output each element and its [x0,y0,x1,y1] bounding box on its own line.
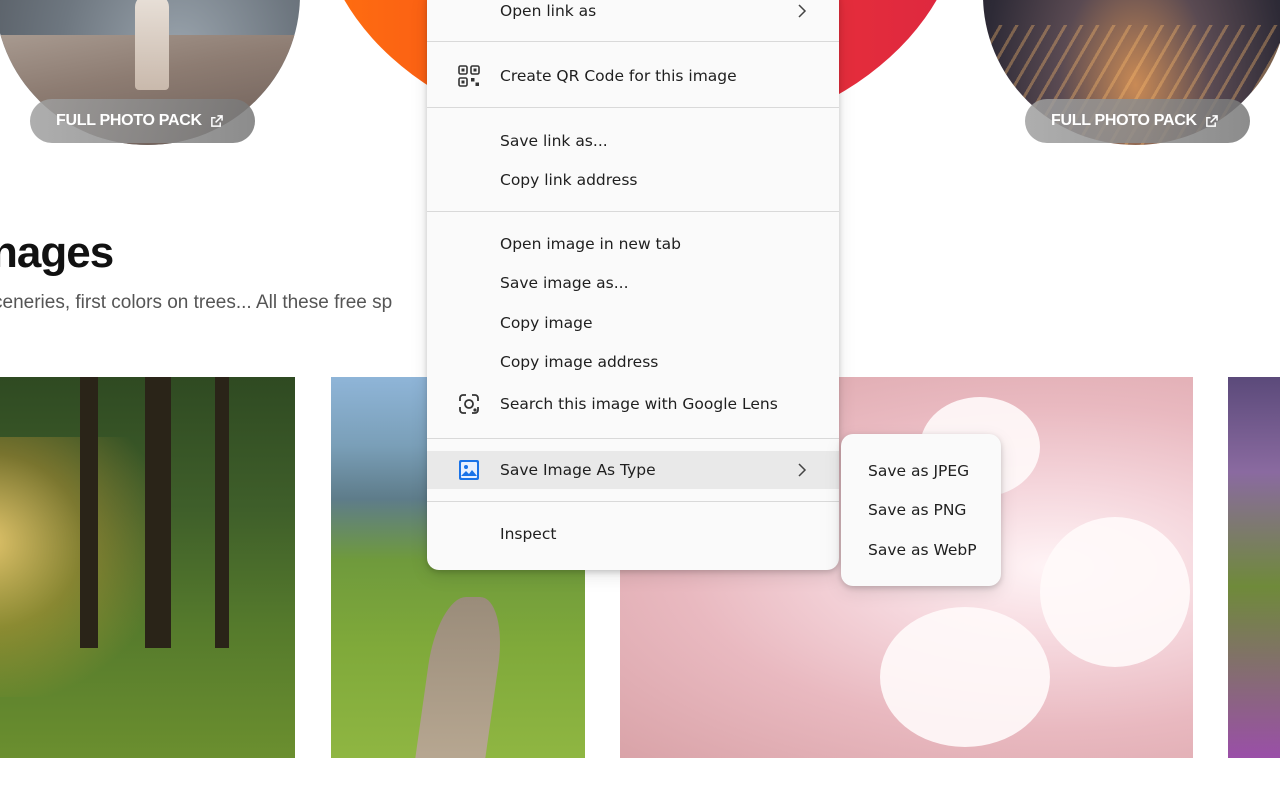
full-photo-pack-label: FULL PHOTO PACK [1051,112,1197,129]
menu-item-label: Search this image with Google Lens [500,395,778,413]
menu-item-label: Copy link address [500,171,638,189]
menu-item-open-link-as[interactable]: Open link as [427,0,839,30]
menu-separator [427,438,839,439]
blossom-shape [1040,517,1190,667]
menu-item-label: Save Image As Type [500,461,656,479]
external-link-icon [210,114,223,127]
menu-item-label: Copy image address [500,353,659,371]
save-image-type-submenu: Save as JPEG Save as PNG Save as WebP [841,434,1001,586]
menu-item-save-image-as[interactable]: Save image as... [427,264,839,302]
submenu-item-label: Save as WebP [868,541,977,559]
menu-item-copy-link-address[interactable]: Copy link address [427,161,839,199]
blossom-shape [880,607,1050,747]
menu-separator [427,107,839,108]
external-link-icon [1205,114,1218,127]
menu-separator [427,41,839,42]
submenu-item-save-as-png[interactable]: Save as PNG [841,492,1001,528]
full-photo-pack-button[interactable]: FULL PHOTO PACK [1025,99,1250,143]
tree-trunk-shape [80,377,98,648]
chevron-right-icon [798,463,807,477]
menu-item-open-image-new-tab[interactable]: Open image in new tab [427,225,839,263]
submenu-item-label: Save as PNG [868,501,967,519]
menu-item-save-link-as[interactable]: Save link as... [427,122,839,160]
menu-item-copy-image[interactable]: Copy image [427,304,839,342]
forest-photo[interactable] [0,377,295,758]
full-photo-pack-button[interactable]: FULL PHOTO PACK [30,99,255,143]
menu-item-save-image-as-type[interactable]: Save Image As Type [427,451,839,489]
google-lens-icon [457,392,481,416]
menu-item-label: Inspect [500,525,557,543]
section-subtitle: ceneries, first colors on trees... All t… [0,292,393,313]
menu-item-label: Copy image [500,314,593,332]
person-shape [135,0,169,90]
trail-shape [414,597,508,758]
menu-item-label: Create QR Code for this image [500,67,737,85]
menu-item-label: Open link as [500,2,597,20]
menu-separator [427,501,839,502]
menu-separator [427,211,839,212]
menu-item-label: Save image as... [500,274,629,292]
menu-item-search-google-lens[interactable]: Search this image with Google Lens [427,385,839,423]
menu-item-label: Open image in new tab [500,235,681,253]
submenu-item-save-as-jpeg[interactable]: Save as JPEG [841,453,1001,489]
tree-trunk-shape [145,377,171,648]
menu-item-create-qr-code[interactable]: Create QR Code for this image [427,57,839,95]
chevron-right-icon [798,4,807,18]
menu-item-label: Save link as... [500,132,608,150]
section-title: nages [0,228,114,277]
image-icon [457,458,481,482]
menu-item-copy-image-address[interactable]: Copy image address [427,343,839,381]
full-photo-pack-label: FULL PHOTO PACK [56,112,202,129]
qr-code-icon [457,64,481,88]
tree-trunk-shape [215,377,229,648]
context-menu: Open link as Create QR Code for this ima… [427,0,839,570]
submenu-item-label: Save as JPEG [868,462,970,480]
flower-field-photo[interactable] [1228,377,1280,758]
submenu-item-save-as-webp[interactable]: Save as WebP [841,532,1001,568]
menu-item-inspect[interactable]: Inspect [427,515,839,553]
